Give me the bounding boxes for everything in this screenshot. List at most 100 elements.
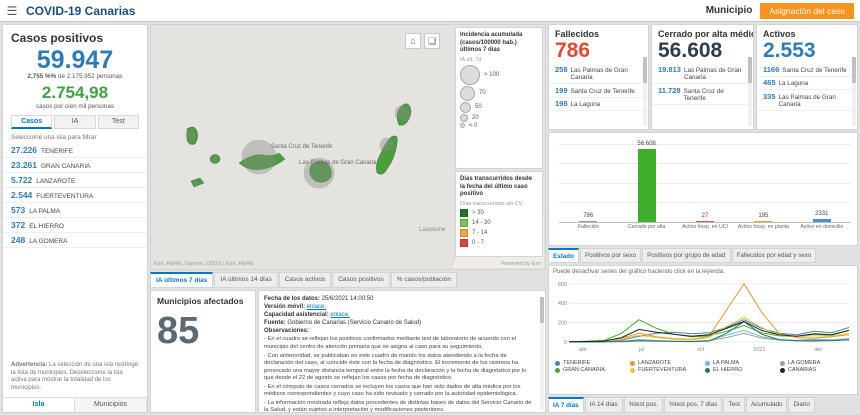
scroll-thumb[interactable] [852,57,856,83]
active-item-las-palmas-de-gran-canaria[interactable]: 335 Las Palmas de Gran Canaria [757,90,857,112]
ia-bubble-el-hierro[interactable] [192,179,200,187]
ia-bubble-fuerteventura[interactable] [379,137,395,153]
legend-item-gran-canaria[interactable]: GRAN CANARIA [555,367,626,373]
map-tab-casos-poblacion[interactable]: % casos/población [390,272,457,288]
trend-y-tick: 200 [558,321,567,327]
mobile-link[interactable]: enlace. [307,304,326,310]
assign-case-button[interactable]: Asignación del caso [760,2,854,19]
map-tab-ia-ultimos-7-dias[interactable]: IA últimos 7 días [150,272,214,288]
legend-days: Días transcurridos desde la fecha del úl… [455,171,543,257]
bar-activo-en-domicilio[interactable] [812,219,831,222]
tab-ia[interactable]: IA [54,115,96,130]
deaths-title: Fallecidos [555,29,600,39]
trend-tab-diario[interactable]: Diario [788,397,815,413]
map-tab-casos-activos[interactable]: Casos activos [278,272,332,288]
legend-item-lanzarote[interactable]: LANZAROTE [630,360,701,366]
item-name: Santa Cruz de Tenerife [570,87,635,95]
island-value: 372 [11,220,26,231]
island-name: FUERTEVENTURA [36,193,94,201]
estado-tab-fallecidos-por-edad-y-sexo[interactable]: Fallecidos por edad y sexo [731,248,817,263]
home-icon[interactable]: ⌂ [405,33,421,49]
estado-tab-positivos-por-grupo-de-edad[interactable]: Positivos por grupo de edad [642,248,731,263]
trend-tab-test-pos[interactable]: %test pos. [623,397,664,413]
deaths-item-las-palmas-de-gran-canaria[interactable]: 258 Las Palmas de Gran Canaria [549,63,648,85]
tab-municipios[interactable]: Municipios [75,398,147,412]
estado-tabs: Estado Positivos por sexo Positivos por gr… [548,248,858,263]
active-item-la-laguna[interactable]: 465 La Laguna [757,77,857,91]
scroll-thumb[interactable] [540,297,544,323]
closed-item-santa-cruz-de-tenerife[interactable]: 11.728 Santa Cruz de Tenerife [652,84,753,106]
bar-fallecido[interactable] [579,221,598,222]
legend-series-name: EL HIERRO [713,367,743,373]
legend-incidence-title: Incidencia acumulada (casos/100000 hab.)… [460,32,523,53]
scroll-thumb[interactable] [748,57,752,83]
layers-icon[interactable]: ❏ [424,33,440,49]
legend-item-tenerife[interactable]: TENERIFE [555,360,626,366]
menu-icon[interactable]: ☰ [0,4,24,18]
island-name: LA PALMA [29,208,61,216]
observations-list: - En el cuadro se reflejan los positivos… [264,336,535,412]
deaths-item-santa-cruz-de-tenerife[interactable]: 199 Santa Cruz de Tenerife [549,84,648,98]
municipios-title: Municipios afectados [157,296,244,306]
legend-series-name: LA GOMERA [788,360,821,366]
island-row-lanzarote[interactable]: 5.722 LANZAROTE [3,173,147,189]
item-name: La Laguna [778,80,809,88]
deaths-item-la-laguna[interactable]: 198 La Laguna [549,98,648,112]
data-date-line: Fecha de los datos: 25/6/2021 14:00:50 [264,295,535,303]
capacity-link[interactable]: enlace. [330,312,349,318]
legend-incidence: Incidencia acumulada (casos/100000 hab.)… [455,27,543,169]
map-tab-ia-ultimos-14-dias[interactable]: IA últimos 14 días [214,272,278,288]
ia-bubble-la-gomera[interactable] [211,155,219,163]
trend-tab-test-pos-7-dias[interactable]: %test pos. 7 días [664,397,723,413]
closed-total: 56.608 [658,39,723,62]
trend-tab-ia-14-dias[interactable]: IA 14 días [584,397,623,413]
deaths-scrollbar[interactable] [643,57,647,126]
municipio-label: Municipio [705,5,753,16]
bar-activo-hosp-en-uci[interactable] [696,221,714,222]
ia-bubble-lanzarote[interactable] [394,104,412,122]
island-row-la-gomera[interactable]: 248 LA GOMERA [3,233,147,249]
active-scrollbar[interactable] [852,57,856,126]
map-panel[interactable]: Santa Cruz de Tenerife Las Palmas de Gra… [150,24,546,270]
bar-activo-hosp-en-planta[interactable] [754,221,773,222]
closed-scrollbar[interactable] [748,57,752,126]
scroll-thumb[interactable] [643,57,647,83]
chart-gridline [559,182,851,184]
bar-cerrado-por-alta[interactable] [637,149,656,222]
legend-dot [630,360,635,366]
island-name: LA GOMERA [29,238,68,246]
trend-tab-ia-7-dias[interactable]: IA 7 días [548,397,584,413]
municipios-card: Municipios afectados 85 [150,290,256,413]
ia-class-label: < 0 [469,122,478,129]
bar-category-label: Activo hosp. en UCI [682,224,728,230]
legend-item-fuerteventura[interactable]: FUERTEVENTURA [630,367,701,373]
legend-item-el-hierro[interactable]: EL HIERRO [705,367,776,373]
map-tabs: IA últimos 7 días IA últimos 14 días Casos… [150,272,546,288]
map-tab-casos-positivos[interactable]: Casos positivos [332,272,390,288]
ia-bubble-la-palma[interactable] [185,129,197,141]
legend-item-canarias[interactable]: CANARIAS [780,367,851,373]
info-scrollbar[interactable] [540,297,544,409]
legend-item-la-gomera[interactable]: LA GOMERA [780,360,851,366]
island-row-fuerteventura[interactable]: 2.544 FUERTEVENTURA [3,188,147,204]
island-value: 27.226 [11,145,37,156]
tab-test[interactable]: Test [97,115,139,130]
trend-tab-acumulado[interactable]: Acumulado [745,397,788,413]
closed-item-las-palmas-de-gran-canaria[interactable]: 19.813 Las Palmas de Gran Canaria [652,63,753,85]
estado-tab-estado[interactable]: Estado [548,248,579,263]
chart-gridline [559,144,851,145]
population-text: de 2.175.952 personas [58,73,123,81]
island-row-la-palma[interactable]: 573 LA PALMA [3,203,147,219]
legend-day-classes: > 30 14 - 30 7 - 14 0 - 7 [460,208,538,247]
island-row-gran-canaria[interactable]: 23.261 GRAN CANARIA [3,158,147,174]
island-row-tenerife[interactable]: 27.226 TENERIFE [3,143,147,159]
tab-isla[interactable]: Isla [3,398,75,412]
legend-item-la-palma[interactable]: LA PALMA [705,360,776,366]
legend-dot [555,360,560,366]
trend-series-tenerife [568,319,850,343]
active-item-santa-cruz-de-tenerife[interactable]: 1166 Santa Cruz de Tenerife [757,63,857,77]
tab-casos[interactable]: Casos [11,115,53,130]
trend-tab-test[interactable]: Test [723,397,745,413]
estado-tab-positivos-por-sexo[interactable]: Positivos por sexo [580,248,642,263]
island-row-el-hierro[interactable]: 372 EL HIERRO [3,218,147,234]
